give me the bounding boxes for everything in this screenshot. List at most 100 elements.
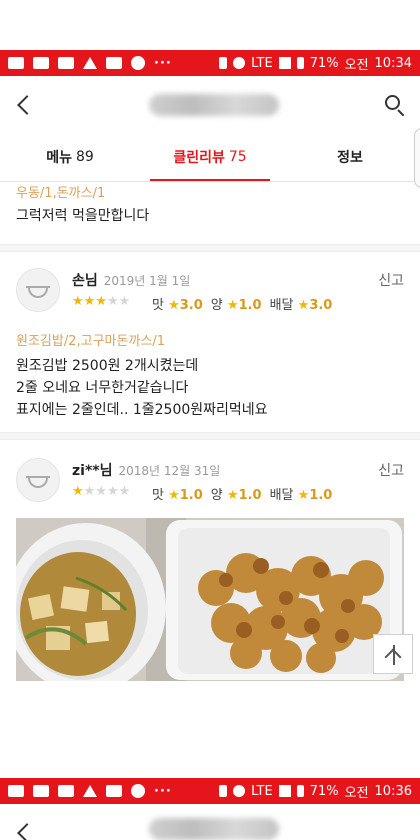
bowl-icon [26, 476, 50, 488]
vibrate-icon [219, 785, 228, 797]
amount-score: 1.0 [238, 488, 262, 503]
app-bar [0, 78, 420, 132]
more-icon: ··· [154, 783, 172, 799]
delivery-label: 배달 [269, 488, 294, 503]
rating-stars: ★★★★★ [72, 294, 130, 309]
taste-score: 3.0 [179, 298, 203, 313]
search-button[interactable] [384, 94, 406, 117]
inv-icon [106, 785, 122, 797]
divider [0, 432, 420, 440]
star-icon: ★ [83, 294, 96, 309]
clock: 10:36 [374, 783, 412, 799]
battery-icon [296, 57, 304, 69]
taste-label: 맛 [152, 298, 164, 313]
delivery-label: 배달 [269, 298, 294, 313]
star-icon: ★ [106, 294, 119, 309]
bowl-icon [26, 286, 50, 298]
warning-icon [83, 57, 97, 69]
signal-icon [278, 57, 291, 69]
tab-clean-review[interactable]: 클린리뷰 75 [140, 132, 280, 181]
divider [0, 244, 420, 252]
taste-label: 맛 [152, 488, 164, 503]
tab-menu-count: 89 [75, 148, 94, 165]
back-arrow-icon [17, 823, 37, 840]
battery-icon [296, 785, 304, 797]
review-line: 원조김밥 2500원 2개시켰는데 [16, 358, 199, 374]
star-icon: ★ [95, 294, 107, 309]
star-icon: ★ [226, 298, 239, 313]
star-icon: ★ [168, 488, 180, 503]
star-icon: ★ [106, 484, 119, 499]
review-photo[interactable] [16, 518, 404, 681]
app-icon [58, 785, 74, 797]
app-icon [58, 57, 74, 69]
edge-panel-handle[interactable] [414, 128, 420, 188]
delivery-score: 1.0 [309, 488, 333, 503]
score-breakdown: 맛 ★1.0 양 ★1.0 배달 ★1.0 [152, 484, 332, 503]
delivery-score: 3.0 [309, 298, 333, 313]
reviewer-name-text: zi**님 [72, 463, 113, 479]
signal-icon [278, 785, 291, 797]
star-icon: ★ [297, 298, 310, 313]
review-line: 2줄 오네요 너무한거같습니다 [16, 380, 189, 396]
back-button[interactable] [14, 818, 44, 840]
amount-label: 양 [210, 298, 223, 313]
tab-info[interactable]: 정보 [280, 132, 420, 181]
youtube-icon [8, 785, 24, 797]
warning-icon [83, 785, 97, 797]
star-icon: ★ [83, 484, 96, 499]
back-arrow-icon [17, 95, 37, 115]
review-date: 2018년 12월 31일 [118, 464, 221, 478]
report-button[interactable]: 신고 [378, 460, 404, 480]
tab-bar: 메뉴 89 클린리뷰 75 정보 [0, 132, 420, 182]
restaurant-title-blurred [149, 94, 279, 116]
tab-menu-label: 메뉴 [46, 149, 72, 166]
avatar [16, 268, 60, 312]
reviewer-name: 손님 2019년 1월 1일 [72, 270, 190, 290]
network-label: LTE [251, 783, 273, 799]
star-icon: ★ [168, 298, 180, 313]
star-icon: ★ [118, 294, 131, 309]
alarm-icon [233, 785, 246, 797]
clock: 10:34 [374, 55, 412, 71]
score-breakdown: 맛 ★3.0 양 ★1.0 배달 ★3.0 [152, 294, 332, 313]
search-icon [385, 95, 400, 110]
time-period: 오전 [344, 785, 369, 801]
alarm-icon [233, 57, 246, 69]
message-icon [33, 57, 49, 69]
star-icon: ★ [95, 484, 107, 499]
rating-stars: ★★★★★ [72, 484, 130, 499]
star-icon: ★ [72, 294, 84, 309]
youtube-icon [8, 57, 24, 69]
ordered-menu: 우동/1,돈까스/1 [16, 186, 106, 201]
amount-score: 1.0 [238, 298, 262, 313]
status-bar: ··· LTE 71% 오전 10:36 [0, 778, 420, 804]
tab-menu[interactable]: 메뉴 89 [0, 132, 140, 181]
battery-level: 71% [309, 55, 339, 71]
noodle-icon [131, 56, 145, 70]
vibrate-icon [219, 57, 228, 69]
back-button[interactable] [14, 90, 44, 120]
review-text: 그럭저럭 먹을만합니다 [16, 208, 150, 224]
reviewer-name-text: 손님 [72, 273, 98, 289]
review-date: 2019년 1월 1일 [103, 274, 191, 288]
previous-review-snippet: 우동/1,돈까스/1 그럭저럭 먹을만합니다 [16, 182, 404, 227]
taste-score: 1.0 [179, 488, 203, 503]
review-card: zi**님 2018년 12월 31일 신고 ★★★★★ 맛 ★1.0 양 ★1.… [0, 458, 420, 506]
star-icon: ★ [118, 484, 131, 499]
ordered-menu: 원조김밥/2,고구마돈까스/1 [16, 334, 166, 349]
noodle-icon [131, 784, 145, 798]
time-period: 오전 [344, 57, 369, 73]
report-button[interactable]: 신고 [378, 270, 404, 290]
scroll-top-button[interactable] [373, 634, 413, 674]
message-icon [33, 785, 49, 797]
tab-clean-review-label: 클린리뷰 [173, 149, 225, 166]
network-label: LTE [251, 55, 273, 71]
avatar [16, 458, 60, 502]
app-bar [0, 806, 420, 840]
inv-icon [106, 57, 122, 69]
star-icon: ★ [226, 488, 239, 503]
tab-clean-review-count: 75 [228, 148, 247, 165]
status-bar: ··· LTE 71% 오전 10:34 [0, 50, 420, 76]
food-photo-image [16, 518, 404, 681]
